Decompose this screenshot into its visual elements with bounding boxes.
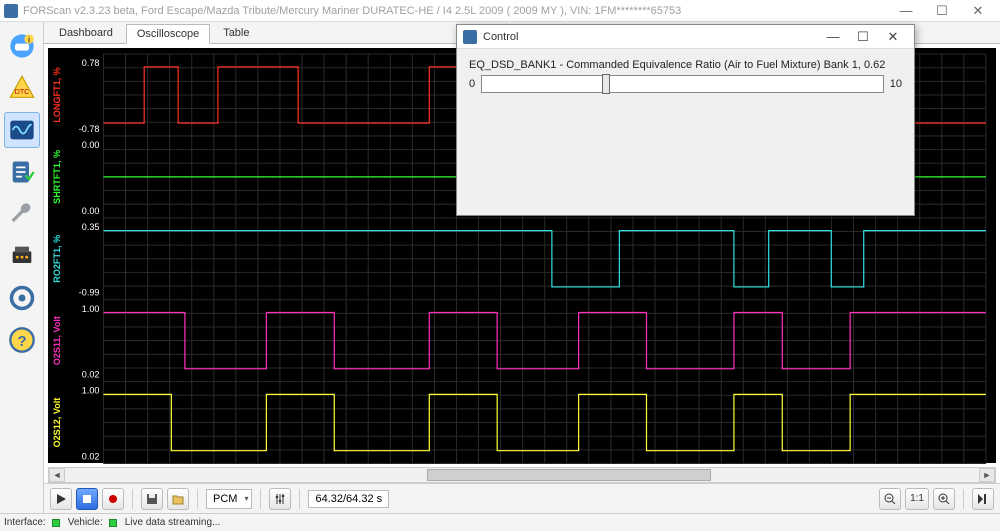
dialog-titlebar[interactable]: Control — ☐ ✕ xyxy=(457,25,914,49)
svg-text:1.00: 1.00 xyxy=(82,304,100,314)
slider-handle[interactable] xyxy=(602,74,610,94)
tab-table[interactable]: Table xyxy=(212,23,260,43)
dialog-maximize-button[interactable]: ☐ xyxy=(848,29,878,45)
save-button[interactable] xyxy=(141,488,163,510)
maximize-button[interactable]: ☐ xyxy=(924,1,960,21)
svg-text:0.02: 0.02 xyxy=(82,451,100,461)
svg-text:RO2FT1, %: RO2FT1, % xyxy=(52,235,62,283)
slider-max-label: 10 xyxy=(890,78,902,90)
svg-text:-0.78: -0.78 xyxy=(79,124,100,134)
stop-button[interactable] xyxy=(76,488,98,510)
svg-text:1.00: 1.00 xyxy=(82,386,100,396)
svg-text:SHRTFT1, %: SHRTFT1, % xyxy=(52,150,62,204)
svg-text:O2S11, Volt: O2S11, Volt xyxy=(52,316,62,365)
dialog-close-button[interactable]: ✕ xyxy=(878,29,908,45)
time-display: 64.32/64.32 s xyxy=(308,490,389,508)
dialog-title: Control xyxy=(483,31,818,43)
svg-text:i: i xyxy=(28,36,30,45)
bottom-toolbar: PCM 64.32/64.32 s 1:1 xyxy=(44,483,1000,513)
sidebar-config-icon[interactable] xyxy=(4,238,40,274)
sidebar-vehicle-icon[interactable]: i xyxy=(4,28,40,64)
play-button[interactable] xyxy=(50,488,72,510)
status-interface-label: Interface: xyxy=(4,517,46,528)
dialog-minimize-button[interactable]: — xyxy=(818,29,848,44)
svg-text:0.35: 0.35 xyxy=(82,222,100,232)
sidebar-service-icon[interactable] xyxy=(4,196,40,232)
sidebar-dtc-icon[interactable]: DTC xyxy=(4,70,40,106)
interface-led-icon xyxy=(52,519,60,527)
svg-text:O2S12, Volt: O2S12, Volt xyxy=(52,398,62,448)
goto-end-button[interactable] xyxy=(972,488,994,510)
svg-text:LONGFT1, %: LONGFT1, % xyxy=(52,67,62,122)
zoom-out-button[interactable] xyxy=(879,488,901,510)
sliders-button[interactable] xyxy=(269,488,291,510)
sidebar-oscilloscope-icon[interactable] xyxy=(4,112,40,148)
sidebar-settings-icon[interactable] xyxy=(4,280,40,316)
dialog-app-icon xyxy=(463,30,477,44)
horizontal-scrollbar[interactable]: ◄ ► xyxy=(48,467,996,483)
status-stream-text: Live data streaming... xyxy=(125,517,221,528)
vehicle-led-icon xyxy=(109,519,117,527)
svg-text:0.78: 0.78 xyxy=(82,58,100,68)
open-button[interactable] xyxy=(167,488,189,510)
sidebar: i DTC ? xyxy=(0,22,44,513)
tab-dashboard[interactable]: Dashboard xyxy=(48,23,124,43)
record-button[interactable] xyxy=(102,488,124,510)
svg-text:0.02: 0.02 xyxy=(82,370,100,380)
module-select[interactable]: PCM xyxy=(206,489,252,509)
svg-text:-0.99: -0.99 xyxy=(79,288,100,298)
dialog-parameter-text: EQ_DSD_BANK1 - Commanded Equivalence Rat… xyxy=(469,59,902,71)
zoom-ratio-button[interactable]: 1:1 xyxy=(905,488,929,510)
control-dialog[interactable]: Control — ☐ ✕ EQ_DSD_BANK1 - Commanded E… xyxy=(456,24,915,216)
window-title: FORScan v2.3.23 beta, Ford Escape/Mazda … xyxy=(23,5,888,17)
scroll-right-icon[interactable]: ► xyxy=(979,468,995,482)
tab-oscilloscope[interactable]: Oscilloscope xyxy=(126,24,210,44)
svg-text:0.00: 0.00 xyxy=(82,206,100,216)
scroll-thumb[interactable] xyxy=(427,469,711,481)
app-icon xyxy=(4,4,18,18)
sidebar-tests-icon[interactable] xyxy=(4,154,40,190)
zoom-in-button[interactable] xyxy=(933,488,955,510)
svg-text:DTC: DTC xyxy=(14,89,28,96)
minimize-button[interactable]: — xyxy=(888,1,924,21)
svg-text:?: ? xyxy=(17,333,26,350)
sidebar-help-icon[interactable]: ? xyxy=(4,322,40,358)
parameter-slider[interactable] xyxy=(481,75,884,93)
close-button[interactable]: ✕ xyxy=(960,1,996,21)
svg-text:0.00: 0.00 xyxy=(82,140,100,150)
slider-min-label: 0 xyxy=(469,78,475,90)
titlebar: FORScan v2.3.23 beta, Ford Escape/Mazda … xyxy=(0,0,1000,22)
statusbar: Interface: Vehicle: Live data streaming.… xyxy=(0,513,1000,531)
status-vehicle-label: Vehicle: xyxy=(68,517,103,528)
scroll-left-icon[interactable]: ◄ xyxy=(49,468,65,482)
